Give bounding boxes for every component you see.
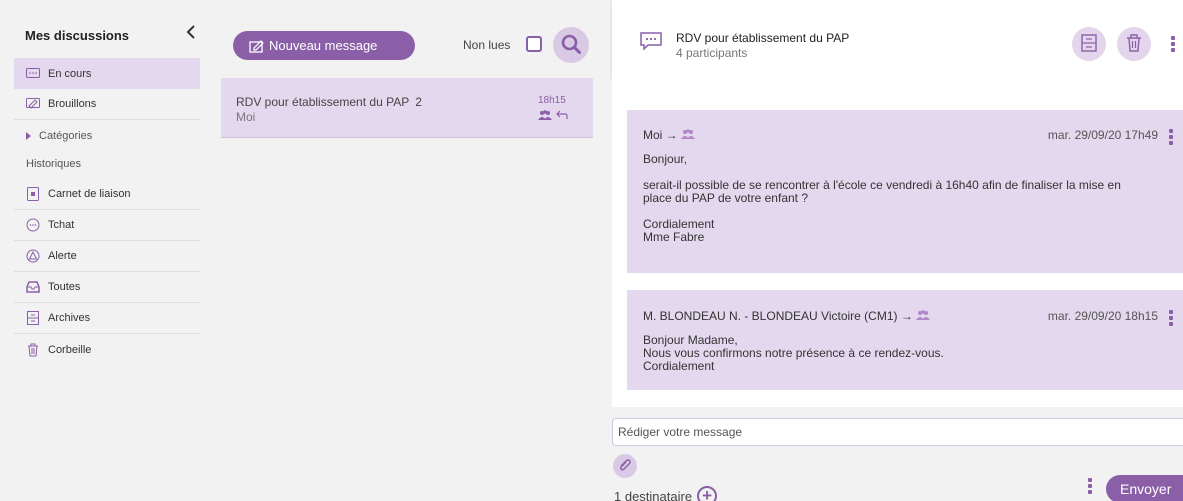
add-recipient-icon[interactable]: + bbox=[697, 486, 718, 501]
trash-icon bbox=[26, 343, 40, 357]
conversation-header: RDV pour établissement du PAP 4 particip… bbox=[612, 0, 1183, 78]
sidebar-item-carnet-de-liaison[interactable]: Carnet de liaison bbox=[14, 179, 200, 210]
conversation-subject: RDV pour établissement du PAP 2 bbox=[236, 95, 422, 109]
search-icon bbox=[561, 34, 581, 57]
compose-menu-icon[interactable] bbox=[1088, 478, 1092, 494]
conversation-status-icons bbox=[538, 109, 568, 123]
message-author: M. BLONDEAU N. - BLONDEAU Victoire (CM1)… bbox=[643, 309, 930, 323]
sidebar-item-label: Corbeille bbox=[48, 343, 92, 356]
message-item: Moi → mar. 29/09/20 17h49 Bonjour, serai… bbox=[627, 110, 1183, 273]
recipients-count: 1 destinataire bbox=[614, 488, 693, 501]
recipients-row: 1 destinataire + bbox=[614, 486, 718, 501]
conversation-message-count: 2 bbox=[415, 95, 422, 109]
message-author: Moi → bbox=[643, 128, 695, 142]
send-button[interactable]: Envoyer bbox=[1106, 475, 1183, 501]
sidebar-item-archives[interactable]: Archives bbox=[14, 303, 200, 334]
sidebar-item-label: Tchat bbox=[48, 219, 75, 231]
chat-icon bbox=[26, 218, 40, 232]
conversation-list: Nouveau message Non lues RDV pour établi… bbox=[200, 0, 600, 501]
archive-button[interactable] bbox=[1072, 27, 1106, 61]
new-message-label: Nouveau message bbox=[269, 38, 378, 53]
compose-icon bbox=[249, 39, 265, 53]
unread-filter-label: Non lues bbox=[463, 38, 511, 52]
sidebar: Mes discussions En cours Brouillons Caté… bbox=[0, 0, 200, 501]
group-icon bbox=[538, 109, 552, 123]
sidebar-section-historiques: Historiques bbox=[26, 158, 82, 170]
new-message-button[interactable]: Nouveau message bbox=[233, 31, 415, 60]
sidebar-item-label: Archives bbox=[48, 312, 91, 324]
conversation-time: 18h15 bbox=[538, 95, 566, 106]
sidebar-header: Mes discussions bbox=[0, 0, 200, 54]
search-button[interactable] bbox=[553, 27, 589, 63]
inbox-icon bbox=[26, 280, 40, 294]
message-menu-icon[interactable] bbox=[1169, 310, 1173, 326]
sidebar-item-toutes[interactable]: Toutes bbox=[14, 272, 200, 303]
message-date: mar. 29/09/20 18h15 bbox=[1047, 309, 1158, 323]
draft-icon bbox=[26, 97, 40, 111]
attach-button[interactable] bbox=[613, 454, 637, 478]
message-date: mar. 29/09/20 17h49 bbox=[1047, 128, 1158, 142]
sidebar-item-categories[interactable]: Catégories bbox=[14, 120, 200, 151]
message-item: M. BLONDEAU N. - BLONDEAU Victoire (CM1)… bbox=[627, 290, 1183, 390]
message-author-text: Moi → bbox=[643, 128, 678, 142]
chat-bubble-icon bbox=[640, 32, 662, 53]
message-body: Bonjour Madame, Nous vous confirmons not… bbox=[643, 333, 944, 373]
chevron-left-icon[interactable] bbox=[186, 25, 196, 44]
conversation-subject-text: RDV pour établissement du PAP bbox=[236, 95, 410, 109]
delete-button[interactable] bbox=[1117, 27, 1151, 61]
participants-count: 4 participants bbox=[676, 46, 748, 60]
message-author-text: M. BLONDEAU N. - BLONDEAU Victoire (CM1)… bbox=[643, 309, 913, 323]
message-menu-icon[interactable] bbox=[1169, 129, 1173, 145]
conversation-title: RDV pour établissement du PAP bbox=[676, 31, 850, 45]
sidebar-item-label: En cours bbox=[48, 67, 92, 80]
reply-icon bbox=[556, 109, 568, 123]
sidebar-item-label: Toutes bbox=[48, 281, 81, 293]
alert-icon bbox=[26, 249, 40, 263]
unread-checkbox[interactable] bbox=[526, 36, 542, 52]
message-compose-input[interactable] bbox=[612, 418, 1183, 446]
archive-icon bbox=[1081, 33, 1097, 55]
sidebar-item-en-cours[interactable]: En cours bbox=[14, 58, 200, 89]
sidebar-item-brouillons[interactable]: Brouillons bbox=[14, 89, 200, 120]
archive-icon bbox=[26, 311, 40, 325]
sidebar-title: Mes discussions bbox=[25, 28, 130, 43]
group-icon bbox=[680, 128, 695, 142]
group-icon bbox=[915, 309, 930, 323]
sidebar-item-tchat[interactable]: Tchat bbox=[14, 210, 200, 241]
conversation-sender: Moi bbox=[236, 110, 256, 124]
sidebar-item-corbeille[interactable]: Corbeille bbox=[14, 334, 200, 365]
conversation-menu-icon[interactable] bbox=[1171, 36, 1175, 52]
trash-icon bbox=[1126, 33, 1142, 55]
message-thread: Moi → mar. 29/09/20 17h49 Bonjour, serai… bbox=[612, 78, 1183, 407]
sidebar-item-label: Brouillons bbox=[48, 98, 97, 110]
sidebar-item-label: Alerte bbox=[48, 250, 77, 262]
message-body: Bonjour, serait-il possible de se rencon… bbox=[643, 152, 1121, 244]
sidebar-item-alerte[interactable]: Alerte bbox=[14, 241, 200, 272]
paperclip-icon bbox=[618, 458, 632, 475]
conversation-detail: RDV pour établissement du PAP 4 particip… bbox=[600, 0, 1183, 501]
caret-right-icon bbox=[26, 131, 31, 140]
sidebar-item-label: Carnet de liaison bbox=[48, 188, 131, 200]
sidebar-item-label: Catégories bbox=[39, 129, 93, 142]
notebook-icon bbox=[26, 187, 40, 201]
chat-bubble-icon bbox=[26, 67, 40, 81]
conversation-item[interactable]: RDV pour établissement du PAP 2 Moi 18h15 bbox=[221, 78, 593, 138]
